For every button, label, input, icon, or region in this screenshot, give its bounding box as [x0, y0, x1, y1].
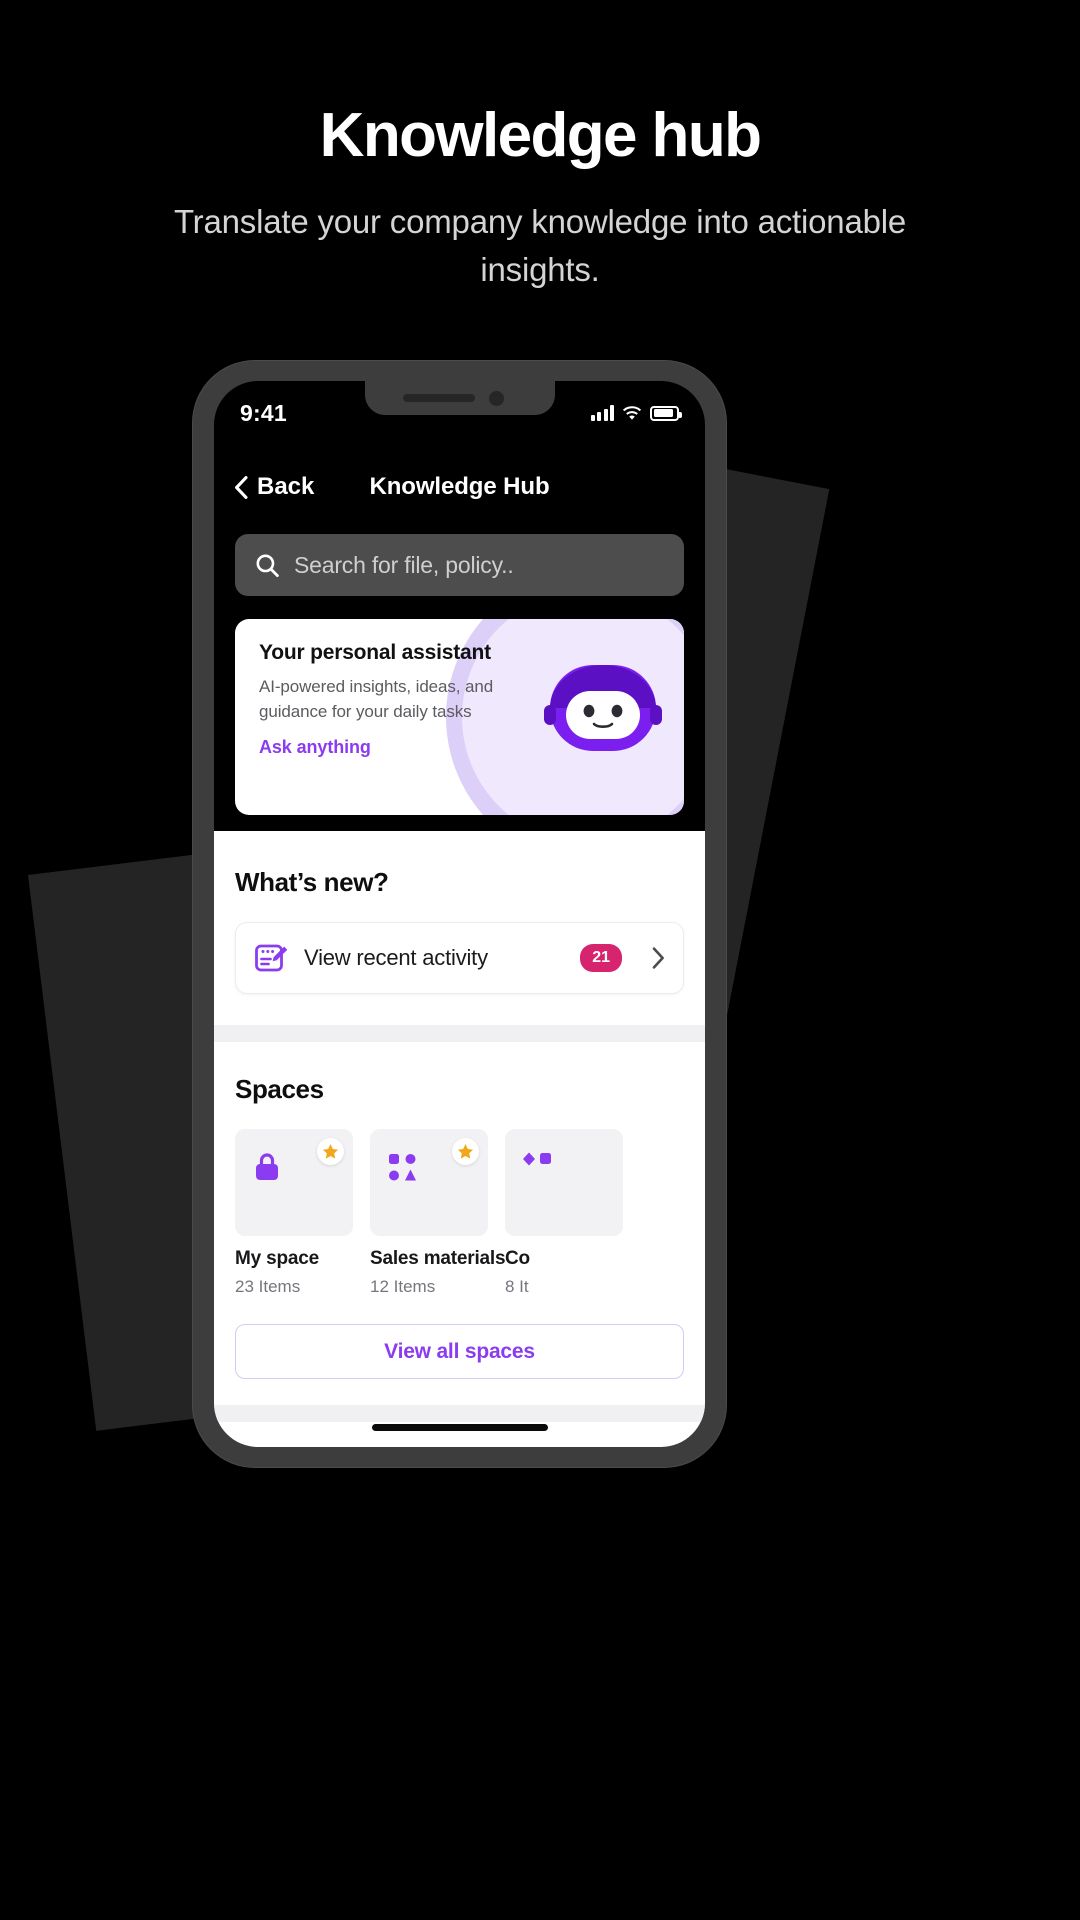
- assistant-description: AI-powered insights, ideas, and guidance…: [259, 677, 494, 721]
- view-all-spaces-button[interactable]: View all spaces: [235, 1324, 684, 1379]
- notch-speaker: [402, 394, 475, 402]
- bottom-divider: [214, 1405, 705, 1422]
- space-star-badge[interactable]: [317, 1138, 344, 1165]
- phone-mockup: 9:41 Back Knowledge Hub Search for file,…: [193, 361, 726, 1467]
- space-card[interactable]: Co 8 It: [505, 1129, 623, 1297]
- home-indicator[interactable]: [371, 1424, 548, 1431]
- search-placeholder: Search for file, policy..: [294, 551, 514, 578]
- content-sheet: What’s new? View recent activity 21 Spac…: [214, 831, 705, 1447]
- search-icon: [256, 553, 279, 577]
- space-star-badge[interactable]: [452, 1138, 479, 1165]
- space-count: 8 It: [505, 1277, 529, 1296]
- robot-avatar-icon: [544, 665, 662, 751]
- notch-camera: [488, 391, 504, 406]
- activity-edit-icon: [255, 944, 288, 972]
- activity-count-badge: 21: [580, 944, 622, 972]
- space-tile: [370, 1129, 488, 1236]
- space-name: Co: [505, 1248, 530, 1269]
- search-input[interactable]: Search for file, policy..: [235, 534, 684, 596]
- assistant-title: Your personal assistant: [259, 641, 491, 664]
- status-bar-time: 9:41: [240, 399, 287, 426]
- page-root: Knowledge hub Translate your company kno…: [0, 0, 1080, 1920]
- phone-notch: [364, 381, 555, 415]
- space-count: 23 Items: [235, 1277, 301, 1296]
- ask-anything-link[interactable]: Ask anything: [259, 737, 529, 758]
- spaces-carousel[interactable]: My space 23 Items Sales materials 12 Ite…: [235, 1129, 705, 1297]
- space-tile: [505, 1129, 623, 1236]
- space-card[interactable]: My space 23 Items: [235, 1129, 353, 1297]
- spaces-title: Spaces: [235, 1074, 324, 1104]
- star-icon: [322, 1144, 339, 1159]
- status-bar-icons: [590, 397, 682, 421]
- space-card[interactable]: Sales materials 12 Items: [370, 1129, 506, 1297]
- lock-icon: [256, 1153, 278, 1180]
- assistant-card[interactable]: Your personal assistant AI-powered insig…: [235, 619, 684, 815]
- chevron-left-icon: [235, 475, 248, 499]
- signal-bars-icon: [590, 405, 614, 421]
- navigation-bar: Back Knowledge Hub: [214, 459, 705, 515]
- space-name: My space: [235, 1248, 319, 1269]
- hero-section: Knowledge hub Translate your company kno…: [0, 0, 1080, 294]
- battery-icon: [650, 405, 682, 421]
- diamonds-icon: [523, 1152, 551, 1166]
- page-title: Knowledge hub: [319, 101, 762, 170]
- space-tile: [235, 1129, 353, 1236]
- whats-new-title: What’s new?: [235, 867, 389, 897]
- phone-screen: 9:41 Back Knowledge Hub Search for file,…: [214, 381, 705, 1447]
- page-subtitle: Translate your company knowledge into ac…: [173, 203, 907, 288]
- space-name: Sales materials: [370, 1248, 506, 1269]
- star-icon: [457, 1144, 474, 1159]
- chevron-right-icon: [652, 947, 664, 969]
- view-recent-activity-row[interactable]: View recent activity 21: [235, 922, 684, 994]
- space-count: 12 Items: [370, 1277, 436, 1296]
- wifi-icon: [622, 405, 642, 421]
- back-button[interactable]: Back: [234, 473, 314, 501]
- back-button-label: Back: [257, 473, 315, 500]
- assistant-text-group: Your personal assistant AI-powered insig…: [259, 641, 529, 758]
- shapes-icon: [389, 1154, 416, 1181]
- section-divider: [214, 1025, 705, 1042]
- activity-row-label: View recent activity: [304, 945, 488, 970]
